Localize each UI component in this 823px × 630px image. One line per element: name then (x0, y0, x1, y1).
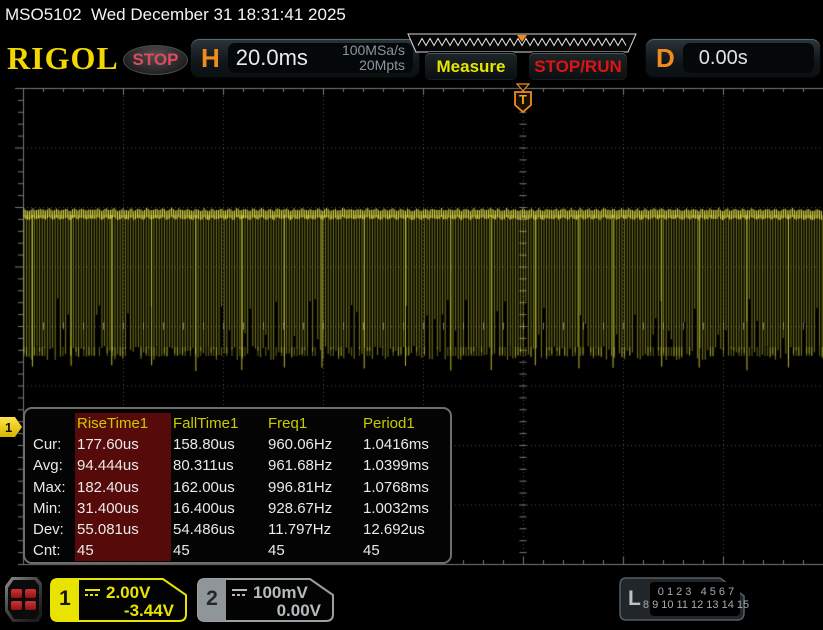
trigger-marker-letter: T (519, 92, 527, 107)
measure-value: 960.06Hz (268, 436, 333, 454)
row-label: Max: (33, 478, 66, 496)
channel1-number: 1 (59, 587, 71, 610)
measure-col-header: Period1 (363, 415, 415, 433)
model-and-datetime: MSO5102 Wed December 31 18:31:41 2025 (5, 5, 346, 24)
menu-grid-icon (8, 580, 39, 619)
logic-channels-badge[interactable]: L 0 1 2 3 4 5 6 78 9 10 11 12 13 14 15 (616, 576, 750, 622)
measure-value: 177.60us (75, 434, 171, 456)
delay-label: D (656, 42, 675, 73)
oscilloscope-screen: MSO5102 Wed December 31 18:31:41 2025 RI… (0, 0, 823, 630)
measure-value: 80.311us (173, 457, 234, 475)
logic-channel-numbers: 0 1 2 3 4 5 6 78 9 10 11 12 13 14 15 (642, 586, 750, 611)
memory-depth: 20Mpts (359, 57, 405, 73)
bottom-status-bar: 1 2.00V -3.44V 2 100mV 0.00V L 0 1 2 3 4… (0, 571, 823, 630)
measure-button[interactable]: Measure (424, 52, 518, 81)
horizontal-settings-panel[interactable]: H 20.0ms 100MSa/s 20Mpts (190, 38, 420, 78)
table-corner (31, 413, 75, 434)
measure-value: 1.0399ms (363, 457, 429, 475)
channel1-scale: 2.00V (106, 583, 151, 602)
acquisition-status-badge: STOP (123, 45, 188, 75)
measure-value: 182.40us (75, 476, 171, 498)
sample-rate-memdepth: 100MSa/s 20Mpts (342, 43, 405, 73)
horizontal-inner: 20.0ms 100MSa/s 20Mpts (227, 43, 413, 73)
row-label: Avg: (33, 457, 63, 475)
measure-value: 1.0416ms (363, 436, 429, 454)
channel1-badge[interactable]: 1 2.00V -3.44V (50, 578, 187, 622)
measure-value: 45 (363, 542, 380, 560)
stop-run-button[interactable]: STOP/RUN (528, 52, 628, 81)
row-label: Dev: (33, 521, 64, 539)
measure-value: 162.00us (173, 478, 235, 496)
trigger-delay-panel[interactable]: D 0.00s (645, 38, 821, 78)
measure-value: 45 (173, 542, 190, 560)
dc-coupling-icon (232, 588, 248, 598)
measure-value: 31.400us (75, 497, 171, 519)
horizontal-label: H (201, 42, 220, 73)
measure-value: 54.486us (173, 521, 235, 539)
measure-value: 94.444us (75, 455, 171, 477)
measure-col-header: RiseTime1 (75, 413, 171, 435)
delay-value: 0.00s (698, 46, 748, 69)
channel2-number: 2 (206, 587, 218, 610)
measurement-table: RiseTime1 FallTime1 Freq1 Period1 Cur: 1… (23, 407, 452, 564)
row-label: Cnt: (33, 542, 61, 560)
measure-value: 158.80us (173, 436, 235, 454)
measure-value: 16.400us (173, 499, 235, 517)
trigger-position-marker[interactable]: T (510, 83, 536, 113)
measure-value: 928.67Hz (268, 499, 333, 517)
measure-value: 961.68Hz (268, 457, 333, 475)
row-label: Min: (33, 499, 62, 517)
logic-label: L (628, 587, 641, 610)
timebase-overview-strip[interactable] (406, 33, 638, 54)
measure-value: 1.0032ms (363, 499, 429, 517)
measure-value: 11.797Hz (268, 521, 332, 539)
rigol-logo: RIGOL (7, 40, 119, 76)
measure-value: 45 (268, 542, 285, 560)
channel2-badge[interactable]: 2 100mV 0.00V (197, 578, 334, 622)
measure-value: 1.0768ms (363, 478, 429, 496)
measure-value: 55.081us (75, 518, 171, 541)
measure-value: 12.692us (363, 521, 425, 539)
menu-grid-button[interactable] (5, 577, 42, 622)
delay-inner: 0.00s (682, 43, 814, 73)
channel2-offset: 0.00V (276, 601, 321, 620)
dc-coupling-icon (85, 588, 101, 598)
trigger-triangle-icon (515, 83, 531, 92)
sample-rate: 100MSa/s (341, 42, 405, 58)
measure-col-header: FallTime1 (173, 415, 239, 433)
timebase-value: 20.0ms (235, 45, 308, 70)
measure-col-header: Freq1 (268, 415, 308, 433)
measure-value: 996.81Hz (268, 478, 333, 496)
row-label: Cur: (33, 436, 62, 454)
measure-value: 45 (75, 540, 171, 562)
channel1-offset: -3.44V (123, 601, 174, 620)
channel2-scale: 100mV (253, 583, 308, 602)
